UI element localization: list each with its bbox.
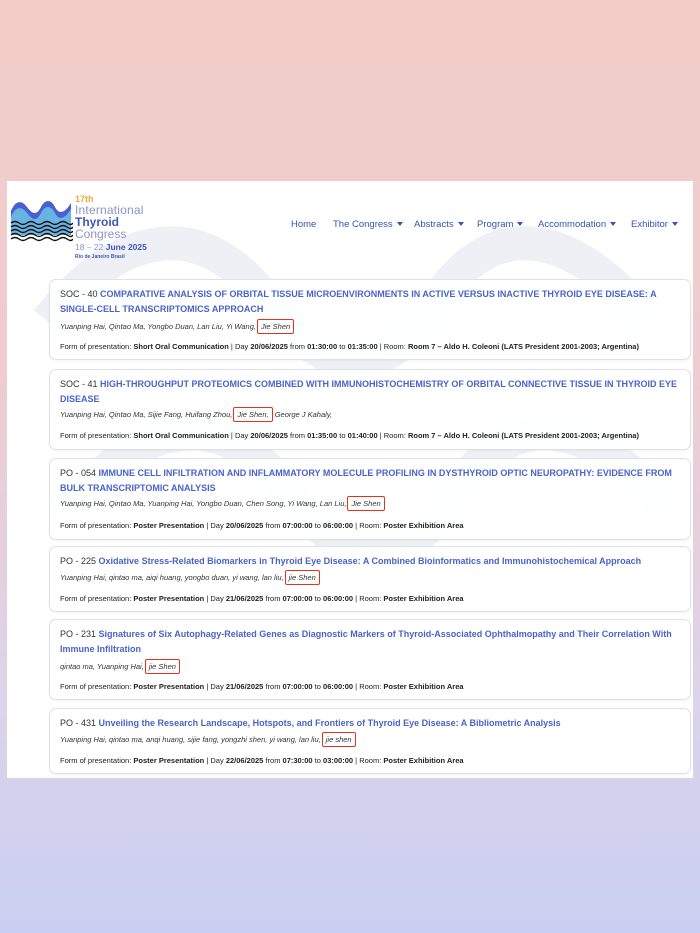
abstract-title-link[interactable]: Signatures of Six Autophagy-Related Gene… xyxy=(60,629,672,654)
abstract-entry[interactable]: SOC - 41 HIGH-THROUGHPUT PROTEOMICS COMB… xyxy=(49,369,691,450)
presentation-info: Form of presentation: Short Oral Communi… xyxy=(60,431,639,440)
abstract-code: SOC - 40 xyxy=(60,289,98,299)
abstract-title-link[interactable]: COMPARATIVE ANALYSIS OF ORBITAL TISSUE M… xyxy=(60,289,656,314)
nav-home[interactable]: Home xyxy=(291,219,316,230)
author-list: Yuanping Hai, Qintao Ma, Yuanping Hai, Y… xyxy=(60,496,385,511)
highlighted-author: jie Shen xyxy=(144,659,180,674)
nav-exhibitor[interactable]: Exhibitor xyxy=(631,219,678,230)
abstract-title[interactable]: PO - 225 Oxidative Stress-Related Biomar… xyxy=(60,554,678,569)
abstract-code: PO - 054 xyxy=(60,468,97,478)
author-list: Yuanping Hai, Qintao Ma, Yongbo Duan, La… xyxy=(60,319,295,334)
chevron-down-icon xyxy=(457,222,464,226)
abstract-title[interactable]: PO - 054 IMMUNE CELL INFILTRATION AND IN… xyxy=(60,466,678,495)
abstract-title[interactable]: PO - 431 Unveiling the Research Landscap… xyxy=(60,716,678,731)
highlighted-author: Jie Shen xyxy=(256,319,295,334)
logo-city: Rio de Janeiro Brasil xyxy=(75,253,125,260)
author-list: Yuanping Hai, qintao ma, anqi huang, sij… xyxy=(60,732,356,747)
author-list: qintao ma, Yuanping Hai, jie Shen xyxy=(60,659,180,674)
nav-accommodation[interactable]: Accommodation xyxy=(538,219,617,230)
highlighted-author: jie shen xyxy=(321,732,356,747)
page-card: 17th International Thyroid Congress 18 –… xyxy=(7,181,693,778)
abstract-entry[interactable]: SOC - 40 COMPARATIVE ANALYSIS OF ORBITAL… xyxy=(49,279,691,360)
abstract-code: PO - 225 xyxy=(60,556,97,566)
abstract-title[interactable]: PO - 231 Signatures of Six Autophagy-Rel… xyxy=(60,627,678,656)
abstract-code: PO - 231 xyxy=(60,629,97,639)
abstract-code: PO - 431 xyxy=(60,718,97,728)
presentation-info: Form of presentation: Poster Presentatio… xyxy=(60,521,464,530)
abstract-title[interactable]: SOC - 41 HIGH-THROUGHPUT PROTEOMICS COMB… xyxy=(60,377,678,406)
presentation-info: Form of presentation: Poster Presentatio… xyxy=(60,756,464,765)
abstract-code: SOC - 41 xyxy=(60,379,98,389)
author-list: Yuanping Hai, Qintao Ma, Sijie Fang, Hui… xyxy=(60,407,332,422)
author-list: Yuanping Hai, qintao ma, aiqi huang, yon… xyxy=(60,570,320,585)
abstract-title-link[interactable]: Unveiling the Research Landscape, Hotspo… xyxy=(99,718,561,728)
abstract-entry[interactable]: PO - 054 IMMUNE CELL INFILTRATION AND IN… xyxy=(49,458,691,540)
abstract-title-link[interactable]: IMMUNE CELL INFILTRATION AND INFLAMMATOR… xyxy=(60,468,672,493)
abstract-entry[interactable]: PO - 431 Unveiling the Research Landscap… xyxy=(49,708,691,774)
abstract-entry[interactable]: PO - 225 Oxidative Stress-Related Biomar… xyxy=(49,546,691,612)
logo-dates: 18 – 22 June 2025 xyxy=(75,242,147,252)
nav-abstracts[interactable]: Abstracts xyxy=(414,219,464,230)
abstract-title[interactable]: SOC - 40 COMPARATIVE ANALYSIS OF ORBITAL… xyxy=(60,287,678,316)
main-nav: Home The Congress Abstracts Program Acco… xyxy=(7,219,693,235)
presentation-info: Form of presentation: Short Oral Communi… xyxy=(60,342,639,351)
abstract-title-link[interactable]: HIGH-THROUGHPUT PROTEOMICS COMBINED WITH… xyxy=(60,379,677,404)
chevron-down-icon xyxy=(610,222,617,226)
abstract-entry[interactable]: PO - 231 Signatures of Six Autophagy-Rel… xyxy=(49,619,691,700)
chevron-down-icon xyxy=(517,222,524,226)
site-header: 17th International Thyroid Congress 18 –… xyxy=(7,181,693,273)
highlighted-author: Jie Shen, xyxy=(233,407,273,422)
highlighted-author: jie Shen xyxy=(284,570,320,585)
nav-program[interactable]: Program xyxy=(477,219,524,230)
nav-the-congress[interactable]: The Congress xyxy=(333,219,403,230)
chevron-down-icon xyxy=(396,222,403,226)
chevron-down-icon xyxy=(671,222,678,226)
presentation-info: Form of presentation: Poster Presentatio… xyxy=(60,594,464,603)
highlighted-author: Jie Shen xyxy=(347,496,385,511)
presentation-info: Form of presentation: Poster Presentatio… xyxy=(60,682,464,691)
abstract-title-link[interactable]: Oxidative Stress-Related Biomarkers in T… xyxy=(99,556,642,566)
